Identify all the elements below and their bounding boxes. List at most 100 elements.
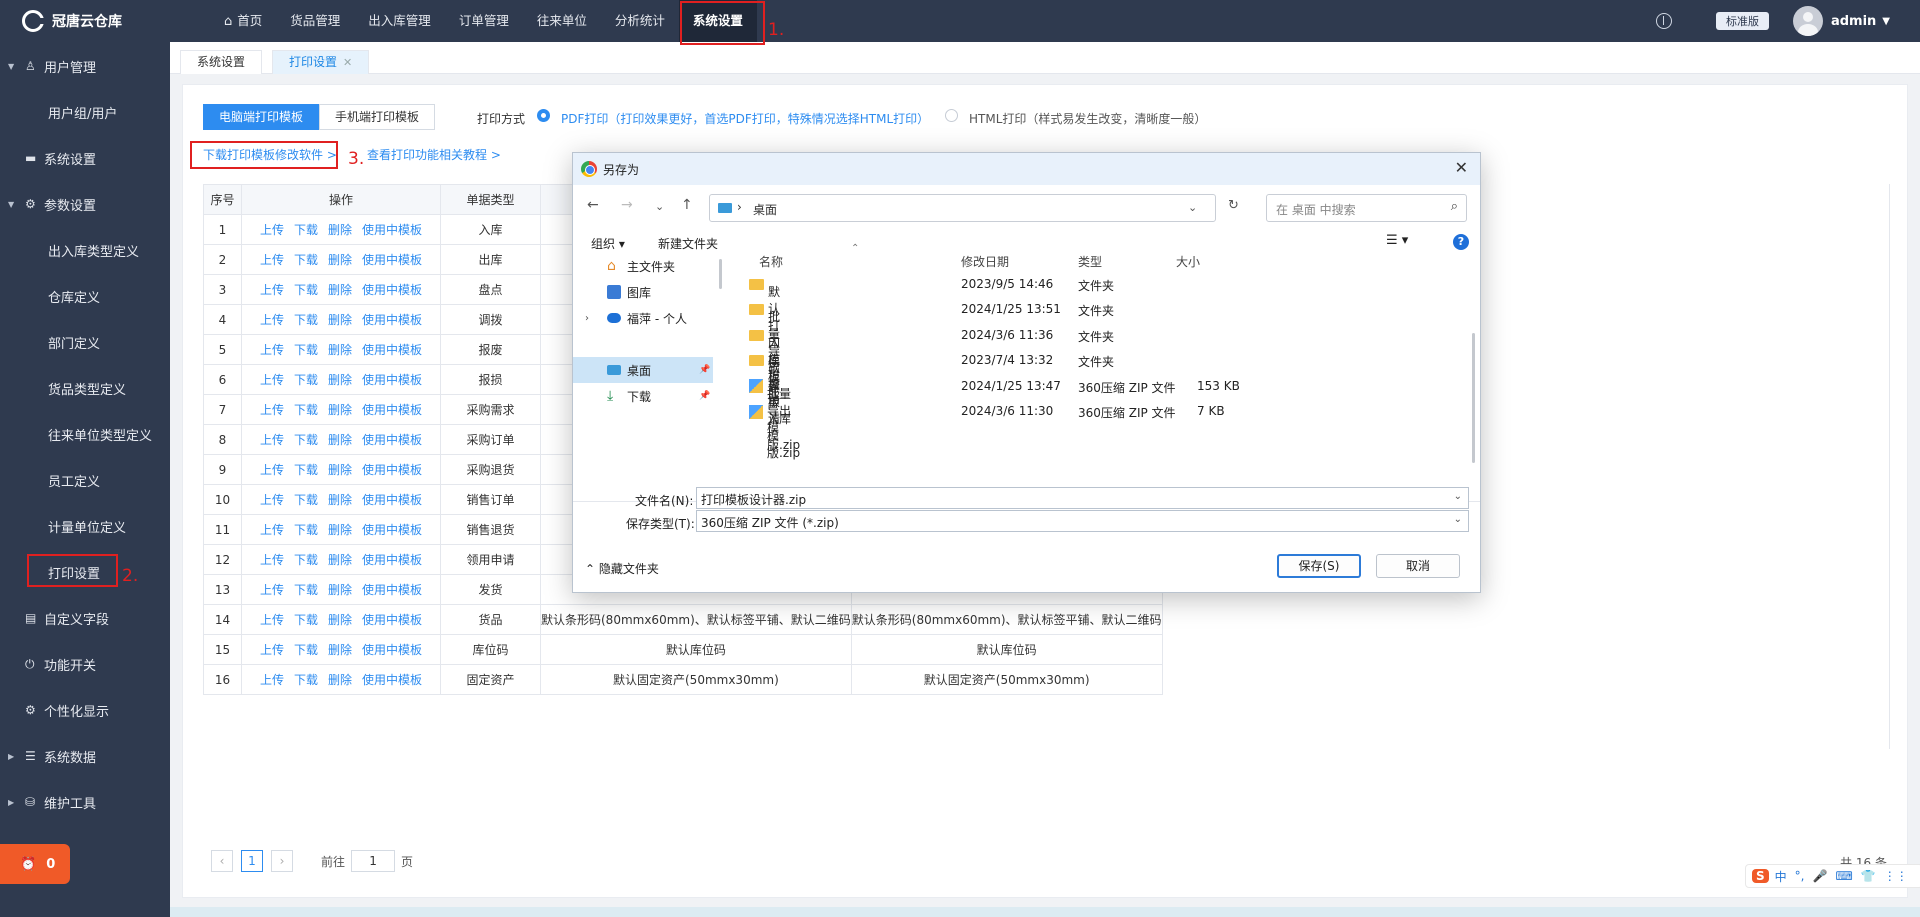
active-template-link[interactable]: 使用中模板 xyxy=(362,313,422,327)
delete-link[interactable]: 删除 xyxy=(328,343,352,357)
delete-link[interactable]: 删除 xyxy=(328,673,352,687)
sidebar-item-warehouses[interactable]: 仓库定义 xyxy=(0,286,170,306)
upload-link[interactable]: 上传 xyxy=(260,313,284,327)
delete-link[interactable]: 删除 xyxy=(328,253,352,267)
sidebar-item-user-mgmt[interactable]: ▼ ♙ 用户管理 xyxy=(0,56,170,76)
nav-home-folder[interactable]: ⌂ 主文件夹 xyxy=(573,253,713,279)
recent-dropdown-icon[interactable]: ⌄ xyxy=(655,200,664,213)
ime-punct[interactable]: °, xyxy=(1795,869,1805,883)
delete-link[interactable]: 删除 xyxy=(328,583,352,597)
sidebar-item-system-data[interactable]: ▶ ☰ 系统数据 xyxy=(0,746,170,766)
back-icon[interactable]: ← xyxy=(587,197,599,213)
active-template-link[interactable]: 使用中模板 xyxy=(362,403,422,417)
user-name[interactable]: admin xyxy=(1831,14,1876,29)
nav-home[interactable]: ⌂ 首页 xyxy=(210,0,276,42)
hide-folders-toggle[interactable]: ⌃ 隐藏文件夹 xyxy=(585,560,659,577)
nav-inout[interactable]: 出入库管理 xyxy=(354,0,445,42)
sidebar-item-goods-types[interactable]: 货品类型定义 xyxy=(0,378,170,398)
upload-link[interactable]: 上传 xyxy=(260,583,284,597)
ime-toolbar[interactable]: S 中 °, 🎤 ⌨ 👕 ⋮⋮ xyxy=(1745,864,1920,888)
help-icon[interactable]: ? xyxy=(1453,234,1469,250)
pdf-print-radio[interactable] xyxy=(537,109,550,122)
download-link[interactable]: 下载 xyxy=(294,313,318,327)
chevron-down-icon[interactable]: ▼ xyxy=(1882,16,1890,27)
delete-link[interactable]: 删除 xyxy=(328,373,352,387)
nav-goods[interactable]: 货品管理 xyxy=(276,0,354,42)
pc-template-button[interactable]: 电脑端打印模板 xyxy=(203,104,320,130)
download-link[interactable]: 下载 xyxy=(294,673,318,687)
nav-partners[interactable]: 往来单位 xyxy=(523,0,601,42)
address-bar[interactable]: › 桌面 ⌄ xyxy=(709,194,1216,222)
active-template-link[interactable]: 使用中模板 xyxy=(362,433,422,447)
upload-link[interactable]: 上传 xyxy=(260,523,284,537)
file-row[interactable]: 批量导出模板 2024/1/25 13:51 文件夹 xyxy=(733,296,1453,409)
html-print-radio[interactable] xyxy=(945,109,958,122)
col-type[interactable]: 类型 xyxy=(1078,253,1102,270)
goto-page-input[interactable]: 1 xyxy=(351,850,396,872)
forward-icon[interactable]: → xyxy=(621,197,633,213)
close-icon[interactable]: ✕ xyxy=(343,56,352,69)
sidebar-item-maintenance[interactable]: ▶ ⛁ 维护工具 xyxy=(0,792,170,812)
sidebar-item-feature-switches[interactable]: ⏻ 功能开关 xyxy=(0,654,170,674)
file-scrollbar[interactable] xyxy=(1472,333,1475,463)
active-template-link[interactable]: 使用中模板 xyxy=(362,463,422,477)
download-link[interactable]: 下载 xyxy=(294,523,318,537)
delete-link[interactable]: 删除 xyxy=(328,223,352,237)
sidebar-item-partner-types[interactable]: 往来单位类型定义 xyxy=(0,424,170,444)
upload-link[interactable]: 上传 xyxy=(260,223,284,237)
delete-link[interactable]: 删除 xyxy=(328,613,352,627)
active-template-link[interactable]: 使用中模板 xyxy=(362,643,422,657)
filename-field[interactable]: 打印模板设计器.zip ⌄ xyxy=(696,487,1469,509)
active-template-link[interactable]: 使用中模板 xyxy=(362,343,422,357)
nav-downloads[interactable]: ⤓ 下载 📌 xyxy=(573,383,713,409)
sidebar-item-personalize[interactable]: ⚙ 个性化显示 xyxy=(0,700,170,720)
mic-icon[interactable]: 🎤 xyxy=(1813,869,1828,883)
avatar[interactable] xyxy=(1792,6,1823,36)
active-template-link[interactable]: 使用中模板 xyxy=(362,613,422,627)
upload-link[interactable]: 上传 xyxy=(260,463,284,477)
alarm-badge[interactable]: ⏰ 0 xyxy=(0,844,70,884)
upload-link[interactable]: 上传 xyxy=(260,673,284,687)
col-size[interactable]: 大小 xyxy=(1176,253,1200,270)
tutorial-link[interactable]: 查看打印功能相关教程 > xyxy=(367,146,501,163)
download-link[interactable]: 下载 xyxy=(294,283,318,297)
nav-desktop[interactable]: 桌面 📌 xyxy=(573,357,713,383)
download-link[interactable]: 下载 xyxy=(294,403,318,417)
download-link[interactable]: 下载 xyxy=(294,583,318,597)
active-template-link[interactable]: 使用中模板 xyxy=(362,523,422,537)
nav-analytics[interactable]: 分析统计 xyxy=(601,0,679,42)
cancel-button[interactable]: 取消 xyxy=(1376,554,1460,578)
active-template-link[interactable]: 使用中模板 xyxy=(362,223,422,237)
download-link[interactable]: 下载 xyxy=(294,343,318,357)
pdf-print-label[interactable]: PDF打印（打印效果更好，首选PDF打印，特殊情况选择HTML打印） xyxy=(561,110,929,127)
tab-system-settings[interactable]: 系统设置 xyxy=(180,50,263,74)
upload-link[interactable]: 上传 xyxy=(260,433,284,447)
active-template-link[interactable]: 使用中模板 xyxy=(362,493,422,507)
file-row[interactable]: 软著申请 2023/7/4 13:32 文件夹 xyxy=(733,347,1453,426)
download-link[interactable]: 下载 xyxy=(294,643,318,657)
file-row[interactable]: 批量导出模版.zip 2024/1/25 13:47 360压缩 ZIP 文件 … xyxy=(733,373,1453,452)
sidebar-item-units[interactable]: 计量单位定义 xyxy=(0,516,170,536)
download-link[interactable]: 下载 xyxy=(294,223,318,237)
chevron-down-icon[interactable]: ⌄ xyxy=(1454,514,1462,525)
sidebar-item-employees[interactable]: 员工定义 xyxy=(0,470,170,490)
nav-orders[interactable]: 订单管理 xyxy=(445,0,523,42)
upload-link[interactable]: 上传 xyxy=(260,283,284,297)
sidebar-item-params[interactable]: ▼ ⚙ 参数设置 xyxy=(0,194,170,214)
view-options-icon[interactable]: ☰ ▾ xyxy=(1386,233,1408,248)
ime-chinese[interactable]: 中 xyxy=(1775,868,1787,885)
active-template-link[interactable]: 使用中模板 xyxy=(362,253,422,267)
col-date[interactable]: 修改日期 xyxy=(961,253,1009,270)
delete-link[interactable]: 删除 xyxy=(328,523,352,537)
download-link[interactable]: 下载 xyxy=(294,253,318,267)
up-icon[interactable]: ↑ xyxy=(681,197,693,213)
upload-link[interactable]: 上传 xyxy=(260,343,284,357)
upload-link[interactable]: 上传 xyxy=(260,373,284,387)
sidebar-item-user-groups[interactable]: 用户组/用户 xyxy=(0,102,170,122)
mobile-template-button[interactable]: 手机端打印模板 xyxy=(319,104,436,130)
sogou-icon[interactable]: S xyxy=(1752,869,1769,883)
download-link[interactable]: 下载 xyxy=(294,463,318,477)
sidebar-item-departments[interactable]: 部门定义 xyxy=(0,332,170,352)
file-row[interactable]: 入库模版.zip 2024/3/6 11:30 360压缩 ZIP 文件 7 K… xyxy=(733,398,1453,460)
html-print-label[interactable]: HTML打印（样式易发生改变，清晰度一般） xyxy=(969,110,1206,127)
